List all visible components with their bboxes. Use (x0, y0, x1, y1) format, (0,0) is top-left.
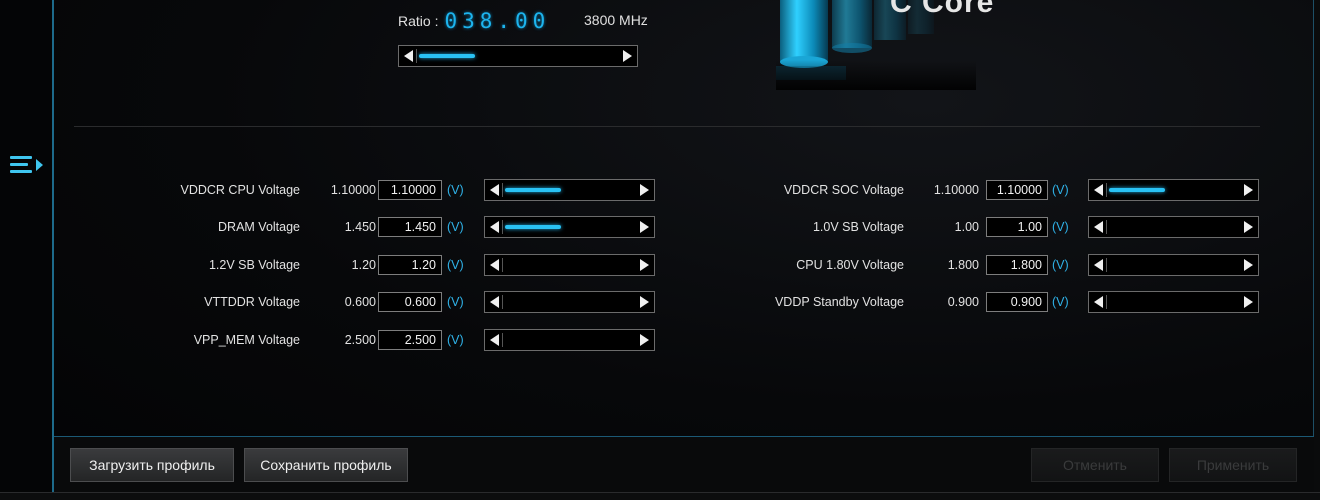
apply-button[interactable]: Применить (1169, 448, 1297, 482)
slider-track (1106, 295, 1107, 310)
slider-left-arrow-icon[interactable] (490, 333, 499, 346)
voltage-input[interactable]: 2.500 (378, 329, 442, 350)
slider-left-arrow-icon[interactable] (1094, 258, 1103, 271)
section-divider (74, 126, 1260, 127)
voltage-current-value: 2.500 (344, 332, 376, 347)
voltage-unit: (V) (447, 332, 464, 347)
voltage-label: 1.0V SB Voltage (812, 220, 904, 235)
slider-left-arrow-icon[interactable] (1094, 221, 1103, 234)
slider-track (1106, 183, 1107, 197)
voltage-current-value: 1.800 (947, 257, 979, 272)
cancel-button[interactable]: Отменить (1031, 448, 1159, 482)
voltage-input[interactable]: 1.800 (986, 254, 1048, 275)
slider-thumb[interactable] (1109, 188, 1165, 192)
voltage-label: CPU 1.80V Voltage (796, 257, 904, 272)
voltage-unit: (V) (1052, 257, 1069, 272)
slider-right-arrow-icon[interactable] (1244, 184, 1253, 196)
voltage-input[interactable]: 1.00 (986, 217, 1048, 238)
slider-left-arrow-icon[interactable] (1094, 296, 1103, 309)
voltage-unit: (V) (1052, 183, 1069, 197)
slider-track (1106, 220, 1107, 235)
voltage-input[interactable]: 0.900 (986, 292, 1048, 313)
voltage-row: VPP_MEM Voltage 2.500 2.500 (V) (0, 328, 1320, 352)
voltage-row: 1.0V SB Voltage 1.00 1.00 (V) (0, 216, 1320, 239)
slider-track (502, 332, 503, 347)
slider-right-arrow-icon[interactable] (1244, 221, 1253, 234)
core-logo-text: C Core (890, 0, 995, 19)
slider-right-arrow-icon[interactable] (1244, 258, 1253, 271)
menu-toggle-icon[interactable] (8, 152, 48, 180)
left-rail (0, 0, 54, 500)
slider-thumb[interactable] (419, 54, 475, 58)
voltage-input[interactable]: 1.10000 (986, 180, 1048, 200)
voltage-row: VDDCR SOC Voltage 1.10000 1.10000 (V) (0, 179, 1320, 202)
load-profile-button[interactable]: Загрузить профиль (70, 448, 234, 482)
slider-left-arrow-icon[interactable] (404, 50, 413, 62)
ratio-display: Ratio : 038.00 (398, 9, 551, 33)
ratio-value: 038.00 (444, 9, 551, 33)
voltage-current-value: 0.900 (947, 295, 979, 310)
voltage-current-value: 1.00 (954, 220, 979, 235)
right-border (1313, 0, 1320, 500)
voltage-current-value: 1.10000 (933, 183, 979, 197)
voltage-label: VPP_MEM Voltage (193, 332, 300, 347)
slider-track (1106, 257, 1107, 272)
voltage-settings-window: Ratio : 038.00 3800 MHz C Core VDDCR CPU… (0, 0, 1320, 500)
slider-right-arrow-icon[interactable] (1244, 296, 1253, 309)
voltage-unit: (V) (1052, 295, 1069, 310)
voltage-label: VDDP Standby Voltage (774, 295, 904, 310)
voltage-slider[interactable] (1088, 253, 1259, 276)
ratio-slider[interactable] (398, 45, 638, 67)
voltage-unit: (V) (1052, 220, 1069, 235)
ratio-frequency: 3800 MHz (584, 12, 648, 28)
voltage-slider[interactable] (1088, 216, 1259, 239)
slider-left-arrow-icon[interactable] (1094, 184, 1103, 196)
save-profile-button[interactable]: Сохранить профиль (244, 448, 408, 482)
voltage-row: VDDP Standby Voltage 0.900 0.900 (V) (0, 291, 1320, 314)
voltage-slider[interactable] (484, 328, 655, 351)
slider-right-arrow-icon[interactable] (623, 50, 632, 62)
slider-right-arrow-icon[interactable] (640, 333, 649, 346)
voltage-row: CPU 1.80V Voltage 1.800 1.800 (V) (0, 253, 1320, 277)
voltage-slider[interactable] (1088, 179, 1259, 201)
voltage-label: VDDCR SOC Voltage (783, 183, 904, 197)
ratio-label: Ratio : (398, 13, 439, 29)
voltage-slider[interactable] (1088, 291, 1259, 314)
bottom-edge (0, 492, 1320, 500)
